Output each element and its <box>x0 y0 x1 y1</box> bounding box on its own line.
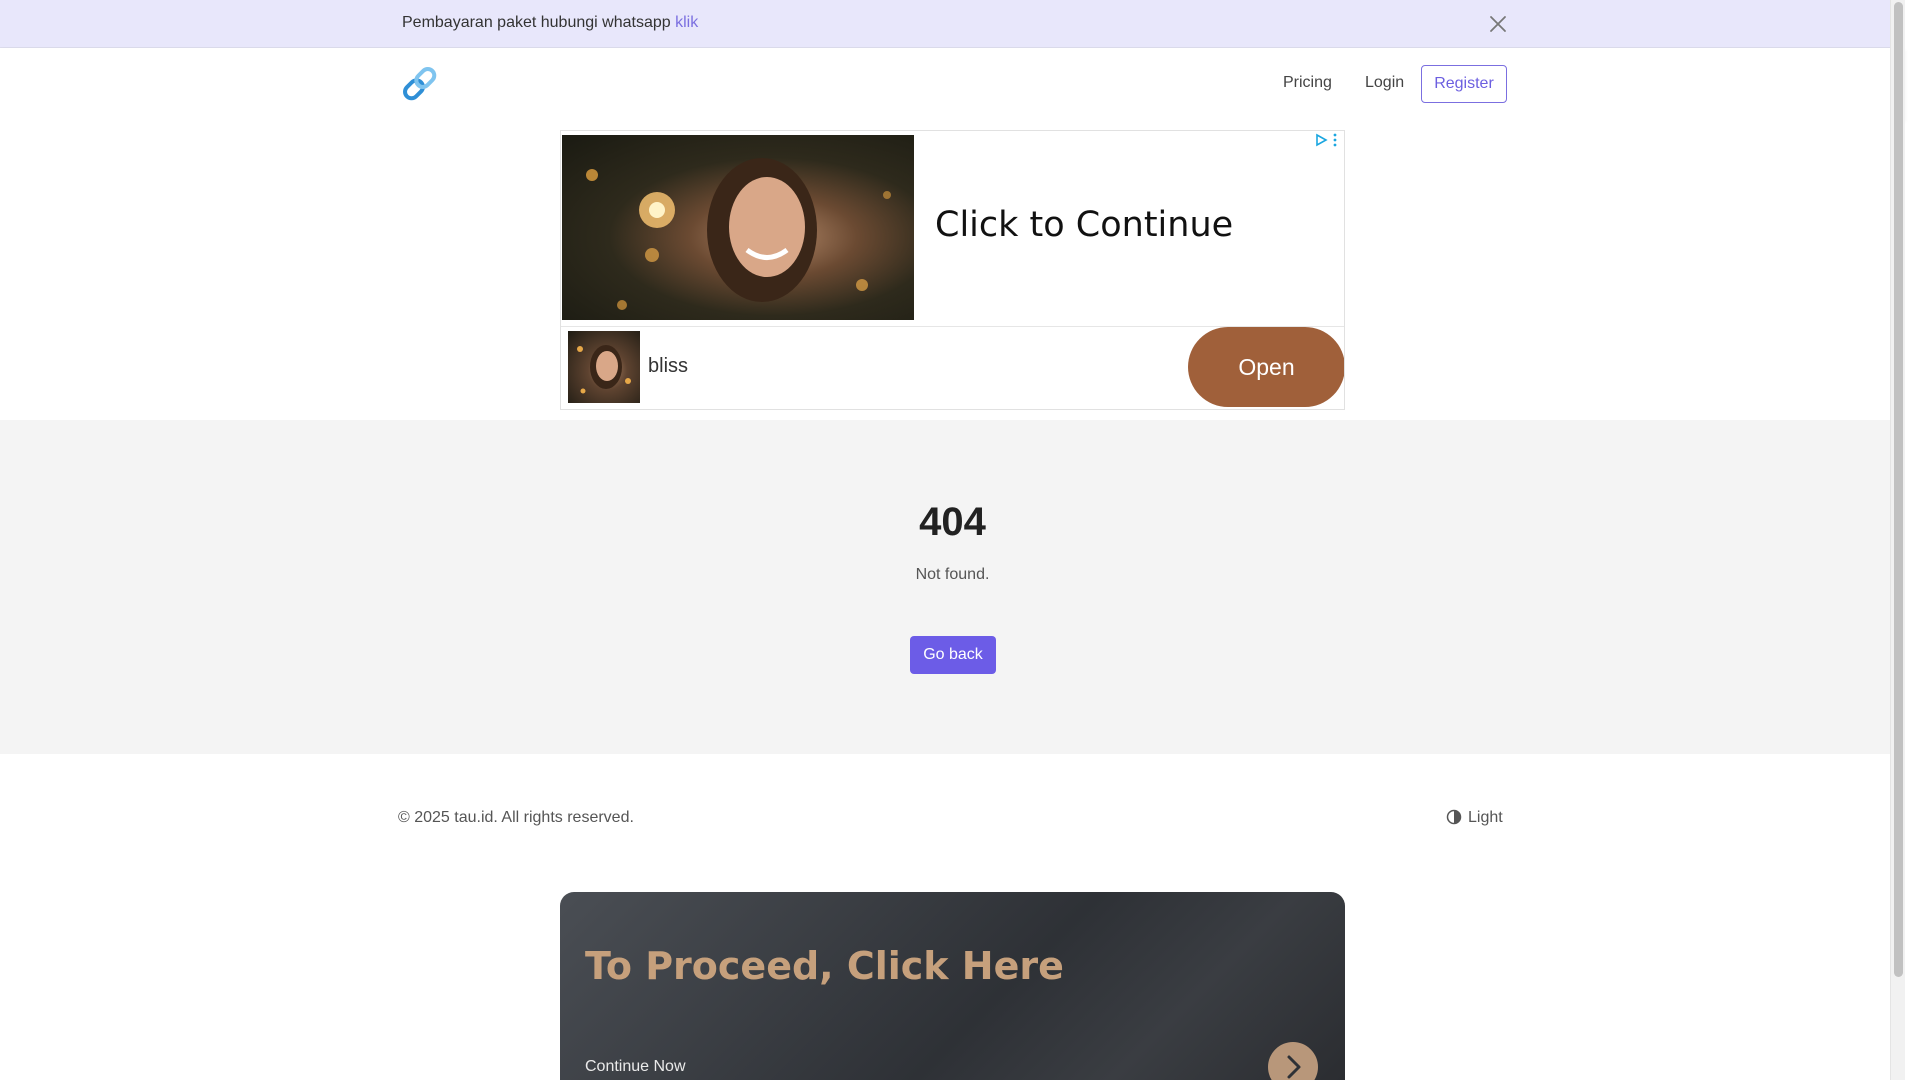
register-button[interactable]: Register <box>1421 65 1507 103</box>
theme-label[interactable]: Light <box>1468 809 1503 826</box>
footer: © 2025 tau.id. All rights reserved. Ligh… <box>0 754 1905 884</box>
announcement-bar: Pembayaran paket hubungi whatsapp klik <box>0 0 1905 48</box>
close-icon[interactable] <box>1487 13 1509 35</box>
ad-image[interactable] <box>562 135 914 320</box>
nav-pricing-link[interactable]: Pricing <box>1283 74 1332 92</box>
scrollbar[interactable] <box>1890 0 1905 1080</box>
ad-banner[interactable]: Click to Continue bliss Open <box>560 130 1345 410</box>
ad-info[interactable] <box>1314 133 1338 150</box>
ad-thumbnail[interactable] <box>568 331 640 403</box>
theme-toggle[interactable]: Light <box>1446 809 1503 827</box>
banner-title[interactable]: To Proceed, Click Here <box>585 944 1064 988</box>
ad-headline[interactable]: Click to Continue <box>935 205 1233 245</box>
ad-section: Click to Continue bliss Open <box>0 120 1905 420</box>
proceed-banner[interactable]: To Proceed, Click Here Continue Now <box>560 892 1345 1080</box>
scrollbar-thumb[interactable] <box>1894 2 1903 977</box>
announcement-text: Pembayaran paket hubungi whatsapp klik <box>402 14 698 32</box>
announcement-message: Pembayaran paket hubungi whatsapp <box>402 14 676 31</box>
ad-open-button[interactable]: Open <box>1188 327 1344 407</box>
contrast-icon[interactable] <box>1446 809 1462 825</box>
navbar: Pricing Login Register <box>0 48 1905 120</box>
banner-subtitle[interactable]: Continue Now <box>585 1058 686 1076</box>
more-vertical-icon[interactable] <box>1332 133 1338 150</box>
chevron-right-icon[interactable] <box>1268 1042 1318 1080</box>
ad-brand[interactable]: bliss <box>648 355 688 378</box>
error-code: 404 <box>919 500 986 544</box>
adchoices-icon[interactable] <box>1314 133 1332 150</box>
link-icon[interactable] <box>398 62 442 106</box>
copyright-text: © 2025 tau.id. All rights reserved. <box>398 809 634 826</box>
page: Pembayaran paket hubungi whatsapp klik P… <box>0 0 1905 1080</box>
not-found-section: 404 Not found. Go back <box>0 420 1905 754</box>
announcement-link[interactable]: klik <box>675 14 698 31</box>
error-message: Not found. <box>915 566 990 583</box>
go-back-button[interactable]: Go back <box>910 636 996 674</box>
nav-login-link[interactable]: Login <box>1365 74 1404 92</box>
